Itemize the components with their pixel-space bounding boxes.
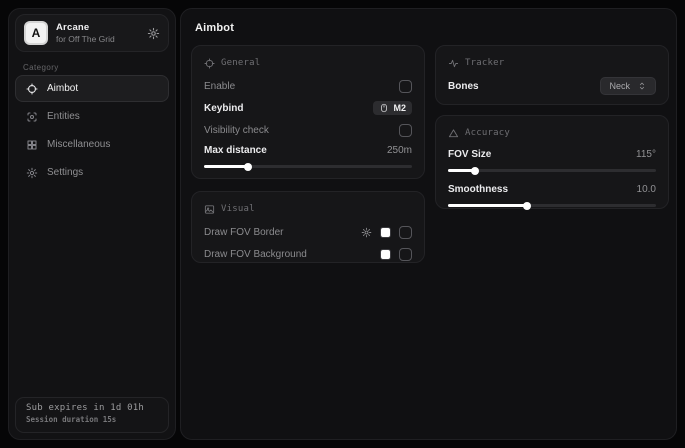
accuracy-section: Accuracy FOV Size 115° Smoothness 10.0 bbox=[435, 115, 669, 209]
fov-border-label: Draw FOV Border bbox=[204, 227, 283, 238]
grid-icon bbox=[26, 139, 38, 151]
visibility-check-label: Visibility check bbox=[204, 125, 269, 136]
general-section-header: General bbox=[204, 56, 412, 70]
fov-size-value: 115° bbox=[636, 149, 656, 160]
enable-row: Enable bbox=[204, 75, 412, 97]
settings-gear-icon[interactable] bbox=[147, 27, 160, 40]
scan-icon bbox=[26, 111, 38, 123]
sidebar: A Arcane for Off The Grid Category bbox=[8, 8, 176, 440]
sidebar-item-label: Miscellaneous bbox=[47, 139, 110, 150]
tracker-section: Tracker Bones Neck bbox=[435, 45, 669, 105]
general-section: General Enable Keybind M2 Visibility che… bbox=[191, 45, 425, 179]
keybind-label: Keybind bbox=[204, 103, 243, 114]
max-distance-slider-fill bbox=[204, 165, 248, 168]
crosshair-icon bbox=[204, 58, 215, 69]
smoothness-slider-fill bbox=[448, 204, 527, 207]
fov-border-gear-icon[interactable] bbox=[361, 227, 372, 238]
sidebar-item-miscellaneous[interactable]: Miscellaneous bbox=[15, 131, 169, 158]
fov-border-checkbox[interactable] bbox=[399, 226, 412, 239]
crosshair-icon bbox=[26, 83, 38, 95]
fov-size-slider[interactable] bbox=[448, 169, 656, 172]
max-distance-row: Max distance 250m bbox=[204, 141, 412, 159]
keybind-button[interactable]: M2 bbox=[373, 101, 412, 115]
accuracy-section-header: Accuracy bbox=[448, 126, 656, 140]
section-title: General bbox=[221, 58, 260, 68]
section-title: Accuracy bbox=[465, 128, 510, 138]
subscription-status-card: Sub expires in 1d 01h Session duration 1… bbox=[15, 397, 169, 433]
smoothness-row: Smoothness 10.0 bbox=[448, 180, 656, 198]
visual-section-header: Visual bbox=[204, 202, 412, 216]
fov-background-checkbox[interactable] bbox=[399, 248, 412, 261]
max-distance-label: Max distance bbox=[204, 145, 267, 156]
smoothness-slider[interactable] bbox=[448, 204, 656, 207]
chevrons-up-down-icon bbox=[637, 81, 647, 91]
smoothness-label: Smoothness bbox=[448, 184, 508, 195]
fov-background-color-swatch[interactable] bbox=[380, 249, 391, 260]
app-logo: A bbox=[24, 21, 48, 45]
max-distance-slider[interactable] bbox=[204, 165, 412, 168]
page-title: Aimbot bbox=[195, 22, 234, 34]
gear-icon bbox=[26, 167, 38, 179]
bones-select[interactable]: Neck bbox=[600, 77, 656, 95]
fov-background-label: Draw FOV Background bbox=[204, 249, 307, 260]
mouse-icon bbox=[379, 103, 389, 113]
max-distance-value: 250m bbox=[387, 145, 412, 156]
fov-size-slider-fill bbox=[448, 169, 475, 172]
section-title: Tracker bbox=[465, 58, 504, 68]
fov-border-color-swatch[interactable] bbox=[380, 227, 391, 238]
app-subtitle: for Off The Grid bbox=[56, 34, 115, 44]
sidebar-item-settings[interactable]: Settings bbox=[15, 159, 169, 186]
smoothness-value: 10.0 bbox=[637, 184, 656, 195]
section-title: Visual bbox=[221, 204, 255, 214]
bones-label: Bones bbox=[448, 81, 479, 92]
sidebar-item-label: Entities bbox=[47, 111, 80, 122]
app-title-block: Arcane for Off The Grid bbox=[56, 22, 115, 44]
sidebar-item-label: Aimbot bbox=[47, 83, 78, 94]
category-label: Category bbox=[23, 63, 59, 72]
bones-selected-value: Neck bbox=[609, 81, 630, 91]
sidebar-nav: Aimbot Entities Miscellaneous bbox=[15, 75, 169, 186]
app-logo-letter: A bbox=[32, 26, 41, 40]
fov-border-row: Draw FOV Border bbox=[204, 221, 412, 243]
sidebar-item-entities[interactable]: Entities bbox=[15, 103, 169, 130]
tracker-section-header: Tracker bbox=[448, 56, 656, 70]
enable-label: Enable bbox=[204, 81, 235, 92]
sidebar-item-aimbot[interactable]: Aimbot bbox=[15, 75, 169, 102]
session-duration-text: Session duration 15s bbox=[26, 415, 158, 424]
visual-section: Visual Draw FOV Border Draw FOV Backgr bbox=[191, 191, 425, 263]
keybind-value: M2 bbox=[393, 103, 406, 113]
fov-background-row: Draw FOV Background bbox=[204, 243, 412, 265]
activity-icon bbox=[448, 58, 459, 69]
fov-size-label: FOV Size bbox=[448, 149, 491, 160]
main-panel: Aimbot General Enable Keybind M2 bbox=[180, 8, 677, 440]
app-title: Arcane bbox=[56, 22, 115, 33]
enable-checkbox[interactable] bbox=[399, 80, 412, 93]
app-window: A Arcane for Off The Grid Category bbox=[0, 0, 685, 448]
app-header-card: A Arcane for Off The Grid bbox=[15, 14, 169, 52]
image-icon bbox=[204, 204, 215, 215]
sidebar-item-label: Settings bbox=[47, 167, 83, 178]
fov-size-row: FOV Size 115° bbox=[448, 145, 656, 163]
visibility-check-checkbox[interactable] bbox=[399, 124, 412, 137]
sub-expiry-text: Sub expires in 1d 01h bbox=[26, 403, 158, 413]
keybind-row: Keybind M2 bbox=[204, 97, 412, 119]
triangle-icon bbox=[448, 128, 459, 139]
visibility-check-row: Visibility check bbox=[204, 119, 412, 141]
bones-row: Bones Neck bbox=[448, 75, 656, 97]
